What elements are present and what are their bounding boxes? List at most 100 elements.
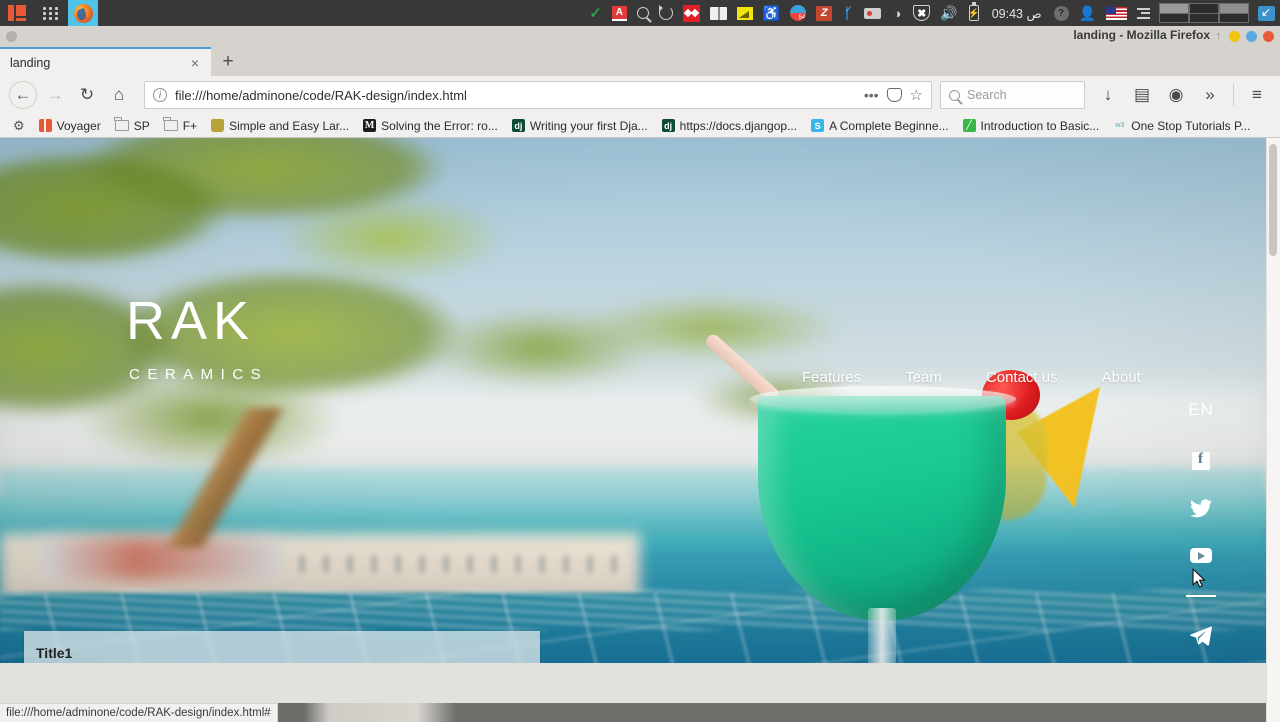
window-menu-dot[interactable] — [6, 30, 17, 42]
diamond-icon[interactable] — [678, 0, 705, 26]
bookmark-item-docs-django[interactable]: dj https://docs.djangop... — [655, 115, 804, 137]
bookmark-item-one-stop[interactable]: w3 One Stop Tutorials P... — [1106, 115, 1257, 137]
django-icon: dj — [511, 119, 525, 132]
toolbar-separator — [1233, 84, 1234, 106]
twitter-icon[interactable] — [1186, 493, 1216, 523]
voyager-logo-icon[interactable] — [0, 0, 34, 26]
bookmark-folder-fplus[interactable]: F+ — [157, 115, 204, 137]
home-button[interactable]: ⌂ — [104, 80, 134, 110]
search-icon — [949, 89, 960, 101]
menu-lines-icon[interactable] — [1132, 0, 1155, 26]
bookmark-item-gear[interactable]: ⚙ — [6, 115, 32, 137]
bookmark-label: Voyager — [56, 118, 101, 133]
reload-button[interactable]: ↻ — [72, 80, 102, 110]
help-icon[interactable]: ? — [1049, 0, 1074, 26]
page-viewport: RAK CERAMICS Features Team Contact us Ab… — [0, 138, 1280, 722]
minimize-button[interactable] — [1229, 30, 1240, 42]
folder-icon — [163, 117, 178, 131]
chat-icon[interactable] — [785, 0, 811, 26]
dictionary-icon[interactable]: A — [607, 0, 632, 26]
toolbar-right-group: ↓ ▤ ◉ » ≡ — [1093, 80, 1272, 110]
hero-section: RAK CERAMICS Features Team Contact us Ab… — [0, 138, 1266, 663]
telegram-icon[interactable] — [1186, 621, 1216, 651]
restore-window-icon[interactable] — [1253, 0, 1280, 26]
bookmark-item-intro-basic[interactable]: ╱ Introduction to Basic... — [956, 115, 1107, 137]
facebook-icon[interactable] — [1186, 446, 1216, 476]
firefox-taskbar-icon[interactable] — [68, 0, 98, 26]
bookmark-label: One Stop Tutorials P... — [1131, 118, 1251, 133]
new-tab-button[interactable]: + — [211, 47, 245, 76]
bookmark-star-icon[interactable]: ☆ — [910, 86, 923, 104]
screen-recorder-icon[interactable] — [859, 0, 886, 26]
workspace-2[interactable] — [1189, 3, 1219, 23]
forward-button[interactable]: → — [40, 80, 70, 110]
site-info-icon[interactable]: i — [153, 88, 167, 102]
library-icon[interactable]: ▤ — [1127, 80, 1157, 110]
bookmark-item-complete-beginner[interactable]: S A Complete Beginne... — [804, 115, 955, 137]
bluetooth-icon[interactable]: ᚶ — [837, 0, 859, 26]
brand-name: RAK — [126, 291, 256, 351]
language-switcher[interactable]: EN — [1188, 400, 1214, 420]
workspace-1[interactable] — [1159, 3, 1189, 23]
downloads-icon[interactable]: ↓ — [1093, 80, 1123, 110]
green-icon: ╱ — [962, 119, 976, 132]
page-actions-icon[interactable]: ••• — [864, 87, 879, 103]
workspace-3[interactable] — [1219, 3, 1249, 23]
maximize-button[interactable] — [1246, 30, 1257, 42]
zotero-icon[interactable]: Z — [811, 0, 837, 26]
url-text: file:///home/adminone/code/RAK-design/in… — [175, 87, 467, 103]
bookmark-item-simple-easy[interactable]: Simple and Easy Lar... — [204, 115, 356, 137]
hamburger-menu-icon[interactable]: ≡ — [1242, 80, 1272, 110]
bookmark-label: Solving the Error: ro... — [381, 118, 498, 133]
window-buttons: ↑ — [1216, 30, 1274, 42]
tab-landing[interactable]: landing × — [0, 47, 211, 76]
panel-left-group — [0, 0, 98, 26]
search-bar[interactable]: Search — [940, 81, 1085, 109]
voyager-icon — [38, 119, 52, 132]
shield-icon[interactable]: ✖ — [908, 0, 935, 26]
clock[interactable]: ص 09:43 — [985, 6, 1049, 21]
bookmark-item-voyager[interactable]: Voyager — [32, 115, 108, 137]
back-button[interactable]: ← — [8, 80, 38, 110]
bookmark-item-writing-django[interactable]: dj Writing your first Dja... — [505, 115, 655, 137]
page-scrollbar[interactable] — [1266, 138, 1280, 722]
shade-window-icon[interactable]: ↑ — [1216, 30, 1222, 42]
book-icon[interactable] — [705, 0, 732, 26]
note-icon[interactable] — [732, 0, 758, 26]
volume-icon[interactable]: 🔊 — [935, 0, 962, 26]
pocket-icon[interactable] — [886, 88, 902, 102]
nav-link-team[interactable]: Team — [883, 369, 964, 386]
brand-subtitle: CERAMICS — [129, 366, 269, 383]
youtube-icon[interactable] — [1186, 540, 1216, 570]
bookmark-item-solving-error[interactable]: M Solving the Error: ro... — [356, 115, 505, 137]
account-icon[interactable]: ◉ — [1161, 80, 1191, 110]
apps-grid-icon[interactable] — [34, 0, 68, 26]
nav-link-about[interactable]: About — [1080, 369, 1163, 386]
info-card-title: Title1 — [36, 645, 73, 661]
user-icon[interactable]: 👤 — [1074, 0, 1101, 26]
overflow-icon[interactable]: » — [1195, 80, 1225, 110]
close-button[interactable] — [1263, 30, 1274, 42]
tab-strip: landing × + — [0, 46, 1280, 76]
os-top-panel: ✓ A ♿ Z ᚶ ◑ ✖ 🔊 ⚡ ص 09:43 ? 👤 — [0, 0, 1280, 26]
search-input[interactable]: Search — [967, 88, 1007, 102]
checkmark-icon[interactable]: ✓ — [584, 0, 607, 26]
bookmark-label: SP — [133, 118, 150, 133]
wifi-icon[interactable]: ◑ — [886, 0, 908, 26]
us-flag-icon[interactable] — [1101, 0, 1132, 26]
headphones-icon[interactable]: ♿ — [758, 0, 785, 26]
close-icon[interactable]: × — [189, 55, 201, 71]
url-bar[interactable]: i file:///home/adminone/code/RAK-design/… — [144, 81, 932, 109]
nav-link-contact-us[interactable]: Contact us — [964, 369, 1080, 386]
bookmark-folder-sp[interactable]: SP — [108, 115, 157, 137]
history-icon[interactable] — [654, 0, 678, 26]
brand-logo[interactable]: RAK CERAMICS — [126, 294, 268, 383]
nav-link-features[interactable]: Features — [780, 369, 883, 386]
social-rail: EN Telegram — [1186, 400, 1216, 663]
medium-icon: M — [363, 119, 377, 132]
django-icon: dj — [661, 119, 675, 132]
workspace-switcher[interactable] — [1159, 3, 1249, 23]
search-icon[interactable] — [632, 0, 654, 26]
battery-icon[interactable]: ⚡ — [963, 0, 985, 26]
page-scrollbar-thumb[interactable] — [1269, 144, 1277, 256]
